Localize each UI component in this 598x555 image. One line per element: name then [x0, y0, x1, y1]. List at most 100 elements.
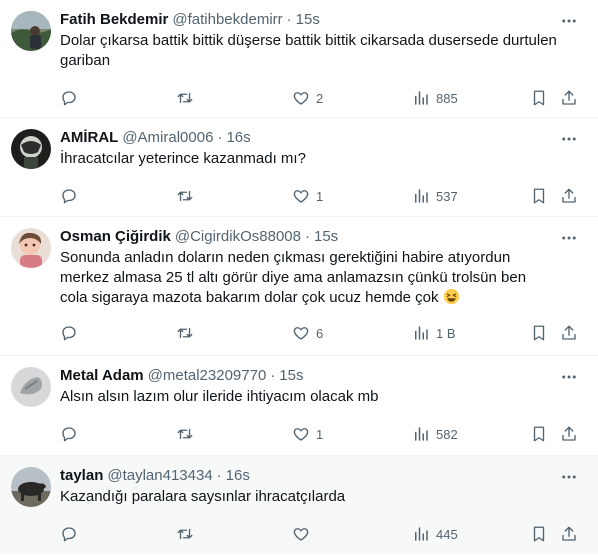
like-button[interactable]: 2	[292, 89, 323, 107]
timestamp[interactable]: 16s	[226, 128, 250, 147]
tweet-text: Kazandığı paralara saysınlar ihracatçıla…	[60, 488, 346, 505]
avatar[interactable]	[11, 11, 51, 51]
tweet-actions: 2 885	[60, 83, 582, 119]
tweet-text: Dolar çıkarsa battik bittik düşerse batt…	[60, 32, 562, 69]
retweet-icon	[177, 92, 193, 104]
views-icon	[415, 91, 428, 105]
avatar[interactable]	[11, 129, 51, 169]
author-handle[interactable]: @Amiral0006	[122, 128, 213, 147]
retweet-button[interactable]	[176, 525, 200, 543]
like-button[interactable]	[292, 525, 316, 543]
view-count: 537	[436, 188, 458, 204]
views-button[interactable]: 445	[412, 525, 458, 543]
timestamp[interactable]: 15s	[279, 366, 303, 385]
tweet-header: taylan @taylan413434 · 16s	[60, 466, 582, 485]
like-button[interactable]: 1	[292, 425, 323, 443]
reply-icon	[62, 91, 76, 106]
bookmark-button[interactable]	[530, 89, 548, 107]
like-count: 2	[316, 90, 324, 106]
tweet-header: Fatih Bekdemir @fatihbekdemirr · 15s	[60, 10, 582, 29]
reply-icon	[62, 189, 76, 204]
author-name[interactable]: Fatih Bekdemir	[60, 10, 168, 29]
like-count: 1	[316, 188, 324, 204]
author-handle[interactable]: @taylan413434	[107, 466, 212, 485]
tweet-header: Osman Çiğirdik @CigirdikOs88008 · 15s	[60, 227, 582, 246]
tweet-header: Metal Adam @metal23209770 · 15s	[60, 366, 582, 385]
separator-dot: ·	[270, 367, 276, 384]
view-count: 1 B	[436, 325, 456, 341]
views-button[interactable]: 582	[412, 425, 458, 443]
bookmark-button[interactable]	[530, 324, 548, 342]
more-icon[interactable]	[560, 130, 578, 148]
bookmark-button[interactable]	[530, 525, 548, 543]
bookmark-button[interactable]	[530, 187, 548, 205]
share-button[interactable]	[560, 525, 578, 543]
views-button[interactable]: 537	[412, 187, 458, 205]
tweet-actions: 445	[60, 519, 582, 555]
views-icon	[415, 189, 428, 203]
reply-button[interactable]	[60, 525, 84, 543]
like-button[interactable]: 1	[292, 187, 323, 205]
view-count: 445	[436, 526, 458, 542]
share-button[interactable]	[560, 425, 578, 443]
tweet[interactable]: AMİRAL @Amiral0006 · 16s İhracatcılar ye…	[0, 118, 598, 217]
view-count: 582	[436, 426, 458, 442]
retweet-button[interactable]	[176, 425, 200, 443]
bookmark-button[interactable]	[530, 425, 548, 443]
retweet-button[interactable]	[176, 187, 200, 205]
author-handle[interactable]: @fatihbekdemirr	[172, 10, 282, 29]
share-button[interactable]	[560, 89, 578, 107]
tweet[interactable]: taylan @taylan413434 · 16s Kazandığı par…	[0, 456, 598, 554]
share-button[interactable]	[560, 187, 578, 205]
grinning-squinting-emoji-icon	[443, 288, 459, 305]
views-icon	[415, 326, 428, 340]
reply-button[interactable]	[60, 187, 84, 205]
author-handle[interactable]: @metal23209770	[148, 366, 267, 385]
tweet-text: İhracatcılar yeterince kazanmadı mı?	[60, 150, 306, 167]
views-icon	[415, 527, 428, 541]
reply-button[interactable]	[60, 425, 84, 443]
more-icon[interactable]	[560, 368, 578, 386]
timestamp[interactable]: 15s	[296, 10, 320, 29]
avatar[interactable]	[11, 367, 51, 407]
tweet[interactable]: Osman Çiğirdik @CigirdikOs88008 · 15s So…	[0, 217, 598, 356]
bookmark-icon	[533, 526, 545, 542]
author-name[interactable]: taylan	[60, 466, 103, 485]
author-name[interactable]: Osman Çiğirdik	[60, 227, 171, 246]
view-count: 885	[436, 90, 458, 106]
timestamp[interactable]: 16s	[226, 466, 250, 485]
more-icon[interactable]	[560, 468, 578, 486]
avatar[interactable]	[11, 228, 51, 268]
reply-button[interactable]	[60, 324, 84, 342]
reply-icon	[62, 326, 76, 341]
retweet-button[interactable]	[176, 324, 200, 342]
heart-icon	[293, 190, 309, 203]
tweet-actions: 1 537	[60, 181, 582, 217]
views-button[interactable]: 885	[412, 89, 458, 107]
tweet[interactable]: Metal Adam @metal23209770 · 15s Alsın al…	[0, 356, 598, 456]
more-icon[interactable]	[560, 12, 578, 30]
retweet-icon	[177, 528, 193, 540]
bookmark-icon	[533, 90, 545, 106]
share-icon	[562, 188, 576, 203]
author-name[interactable]: Metal Adam	[60, 366, 144, 385]
retweet-button[interactable]	[176, 89, 200, 107]
more-icon[interactable]	[560, 229, 578, 247]
author-name[interactable]: AMİRAL	[60, 128, 118, 147]
share-button[interactable]	[560, 324, 578, 342]
timestamp[interactable]: 15s	[314, 227, 338, 246]
tweet[interactable]: Fatih Bekdemir @fatihbekdemirr · 15s Dol…	[0, 0, 598, 118]
heart-icon	[293, 327, 309, 340]
reply-button[interactable]	[60, 89, 84, 107]
heart-icon	[293, 528, 309, 541]
heart-icon	[293, 92, 309, 105]
avatar[interactable]	[11, 467, 51, 507]
tweet-actions: 6 1 B	[60, 318, 582, 354]
like-count: 6	[316, 325, 324, 341]
bookmark-icon	[533, 188, 545, 204]
author-handle[interactable]: @CigirdikOs88008	[175, 227, 301, 246]
like-button[interactable]: 6	[292, 324, 323, 342]
like-count: 1	[316, 426, 324, 442]
views-button[interactable]: 1 B	[412, 324, 456, 342]
heart-icon	[293, 428, 309, 441]
